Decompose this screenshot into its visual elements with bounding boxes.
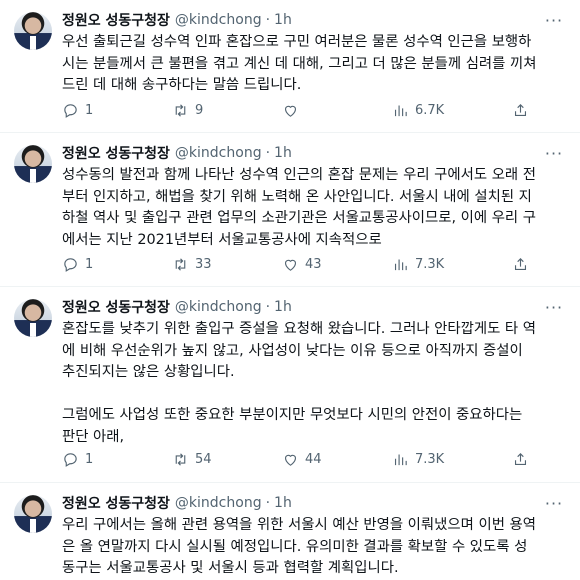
retweet-button[interactable]: 9	[172, 102, 282, 119]
tweet[interactable]: 정원오 성동구청장 @kindchong · 1h ··· 성수동의 발전과 함…	[0, 133, 580, 287]
views-icon	[394, 105, 407, 116]
tweet-header: 정원오 성동구청장 @kindchong · 1h ···	[62, 493, 564, 513]
timestamp[interactable]: 1h	[274, 145, 292, 161]
retweet-button[interactable]: 54	[172, 451, 282, 468]
reply-icon	[64, 257, 77, 272]
author-handle[interactable]: @kindchong	[175, 299, 262, 315]
share-button[interactable]	[512, 451, 532, 468]
views-button[interactable]: 7.3K	[392, 256, 502, 273]
tweet[interactable]: 정원오 성동구청장 @kindchong · 1h ··· 우선 출퇴근길 성수…	[0, 0, 580, 133]
tweet-header: 정원오 성동구청장 @kindchong · 1h ···	[62, 143, 564, 163]
reply-count: 1	[85, 256, 94, 272]
like-count: 43	[305, 256, 322, 272]
like-button[interactable]: 44	[282, 451, 392, 468]
tweet-actions: 1 9 6.7K	[62, 100, 532, 120]
retweet-button[interactable]: 33	[172, 256, 282, 273]
retweet-icon	[175, 257, 186, 271]
share-icon	[514, 452, 527, 465]
timestamp[interactable]: 1h	[274, 12, 292, 28]
more-horizontal-icon[interactable]: ···	[544, 10, 564, 30]
tweet-text: 우리 구에서는 올해 관련 용역을 위한 서울시 예산 반영을 이뤄냈으며 이번…	[62, 517, 536, 577]
like-count: 44	[305, 451, 322, 467]
heart-icon	[284, 259, 297, 271]
avatar[interactable]	[14, 299, 52, 337]
like-button[interactable]	[282, 102, 392, 119]
tweet-actions: 1 54 44 7.3K	[62, 449, 532, 469]
reply-icon	[64, 452, 77, 467]
separator-dot: ·	[265, 12, 271, 28]
reply-button[interactable]: 1	[62, 102, 172, 119]
tweet[interactable]: 정원오 성동구청장 @kindchong · 1h ··· 우리 구에서는 올해…	[0, 483, 580, 576]
timestamp[interactable]: 1h	[274, 299, 292, 315]
like-button[interactable]: 43	[282, 256, 392, 273]
avatar[interactable]	[14, 12, 52, 50]
reply-button[interactable]: 1	[62, 256, 172, 273]
retweet-icon	[175, 452, 186, 466]
tweet-text: 우선 출퇴근길 성수역 인파 혼잡으로 구민 여러분은 물론 성수역 인근을 보…	[62, 34, 537, 94]
more-horizontal-icon[interactable]: ···	[544, 493, 564, 513]
retweet-count: 33	[195, 256, 212, 272]
retweet-count: 54	[195, 451, 212, 467]
author-handle[interactable]: @kindchong	[175, 145, 262, 161]
tweet-header: 정원오 성동구청장 @kindchong · 1h ···	[62, 297, 564, 317]
author-name[interactable]: 정원오 성동구청장	[62, 297, 170, 317]
author-name[interactable]: 정원오 성동구청장	[62, 10, 170, 30]
avatar[interactable]	[14, 495, 52, 533]
reply-count: 1	[85, 451, 94, 467]
tweet[interactable]: 정원오 성동구청장 @kindchong · 1h ··· 혼잡도를 낮추기 위…	[0, 287, 580, 483]
separator-dot: ·	[265, 495, 271, 511]
views-button[interactable]: 7.3K	[392, 451, 502, 468]
heart-icon	[284, 105, 297, 117]
author-name[interactable]: 정원오 성동구청장	[62, 493, 170, 513]
tweet-text: 성수동의 발전과 함께 나타난 성수역 인근의 혼잡 문제는 우리 구에서도 오…	[62, 167, 536, 248]
views-count: 7.3K	[415, 451, 445, 467]
share-icon	[514, 103, 527, 116]
more-horizontal-icon[interactable]: ···	[544, 143, 564, 163]
retweet-icon	[175, 103, 186, 117]
tweet-header: 정원오 성동구청장 @kindchong · 1h ···	[62, 10, 564, 30]
author-handle[interactable]: @kindchong	[175, 495, 262, 511]
reply-count: 1	[85, 102, 94, 118]
tweet-text: 혼잡도를 낮추기 위한 출입구 증설을 요청해 왔습니다. 그러나 안타깝게도 …	[62, 321, 536, 445]
author-handle[interactable]: @kindchong	[175, 12, 262, 28]
tweet-actions: 1 33 43 7.3K	[62, 254, 532, 274]
author-name[interactable]: 정원오 성동구청장	[62, 143, 170, 163]
views-count: 6.7K	[415, 102, 445, 118]
more-horizontal-icon[interactable]: ···	[544, 297, 564, 317]
views-icon	[394, 259, 407, 270]
reply-icon	[64, 103, 77, 118]
avatar[interactable]	[14, 145, 52, 183]
separator-dot: ·	[265, 299, 271, 315]
share-icon	[514, 257, 527, 270]
heart-icon	[284, 454, 297, 466]
retweet-count: 9	[195, 102, 204, 118]
share-button[interactable]	[512, 256, 532, 273]
reply-button[interactable]: 1	[62, 451, 172, 468]
views-icon	[394, 454, 407, 465]
views-count: 7.3K	[415, 256, 445, 272]
timestamp[interactable]: 1h	[274, 495, 292, 511]
separator-dot: ·	[265, 145, 271, 161]
views-button[interactable]: 6.7K	[392, 102, 502, 119]
share-button[interactable]	[512, 102, 532, 119]
tweet-thread: 정원오 성동구청장 @kindchong · 1h ··· 우선 출퇴근길 성수…	[0, 0, 580, 576]
